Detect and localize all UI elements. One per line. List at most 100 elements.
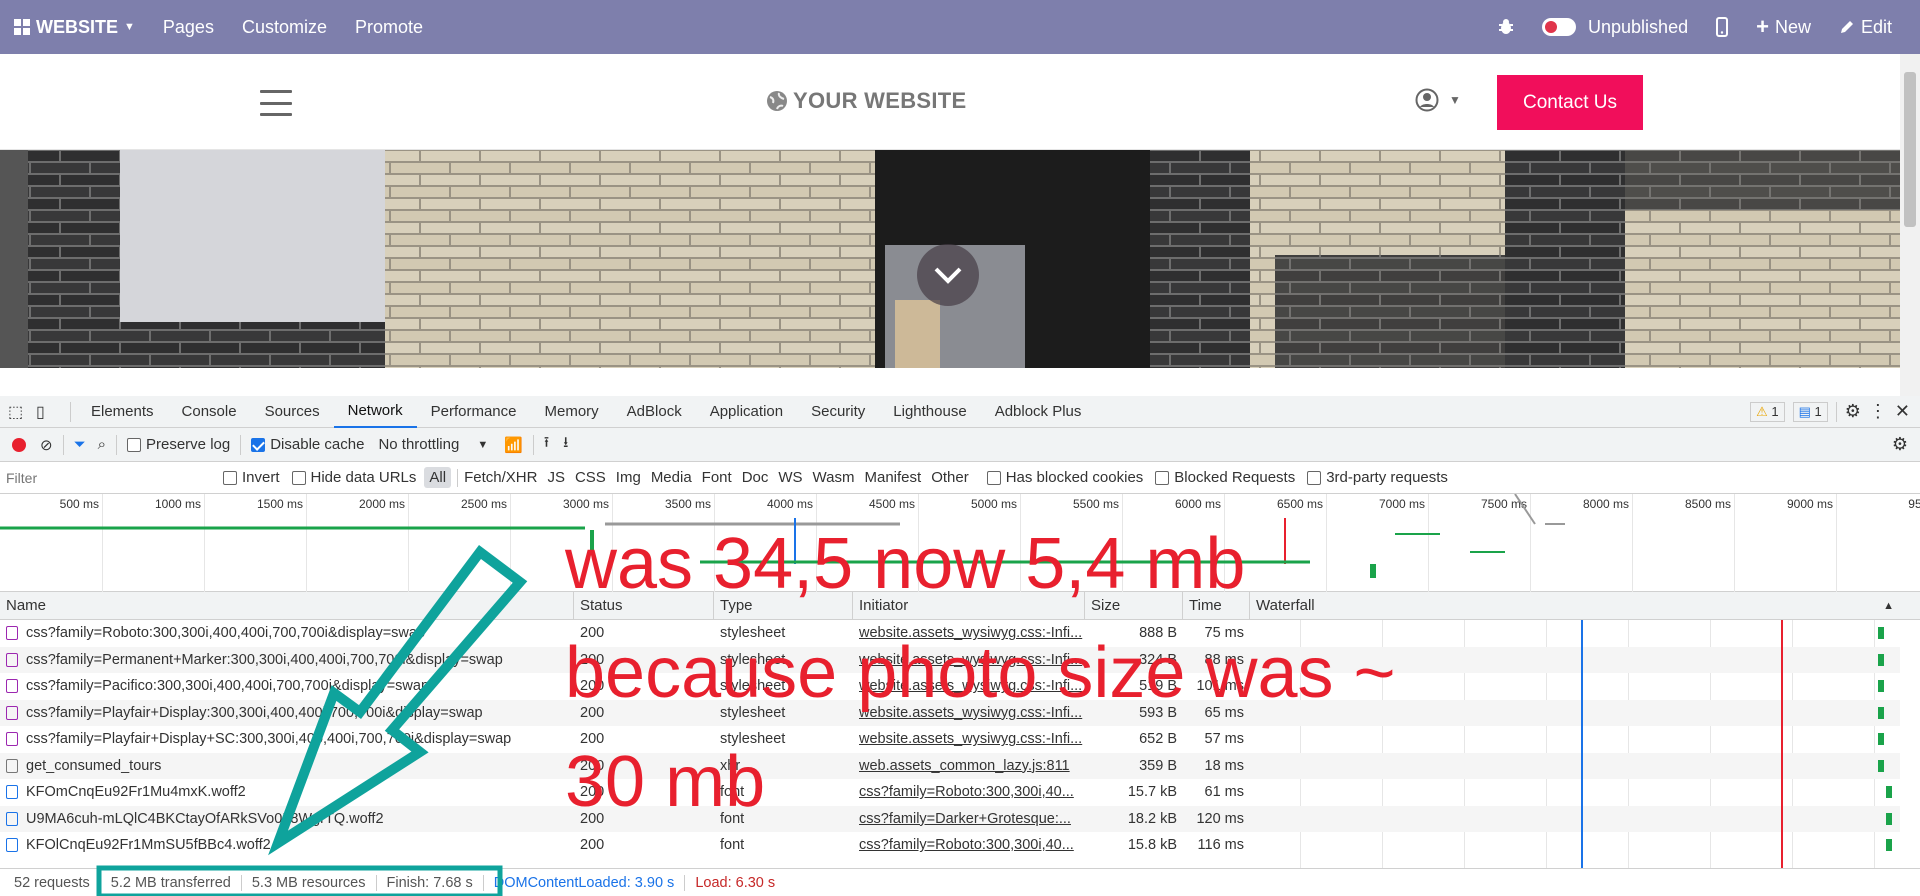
table-row[interactable]: get_consumed_tours 200 xhr web.assets_commo… bbox=[0, 752, 1900, 780]
waterfall-bar bbox=[1878, 733, 1884, 745]
column-waterfall[interactable]: Waterfall ▲ bbox=[1250, 592, 1900, 619]
tab-label: Security bbox=[811, 403, 866, 420]
filter-input[interactable] bbox=[4, 466, 209, 489]
type-filter-img[interactable]: Img bbox=[616, 469, 641, 486]
type-filter-all[interactable]: All bbox=[424, 467, 452, 488]
new-button[interactable]: + New bbox=[1742, 0, 1825, 54]
resources-size: 5.3 MB resources bbox=[242, 874, 377, 891]
network-conditions-icon[interactable]: 📶 bbox=[504, 436, 523, 454]
cell-time: 61 ms bbox=[1183, 779, 1250, 806]
name-text: KFOmCnqEu92Fr1Mu4mxK.woff2 bbox=[26, 784, 246, 801]
user-menu[interactable]: ▼ bbox=[1415, 88, 1461, 112]
tab-lighthouse[interactable]: Lighthouse bbox=[879, 396, 980, 428]
site-logo-text: YOUR WEBSITE bbox=[793, 88, 967, 113]
import-har-icon[interactable]: ⭱ bbox=[544, 432, 549, 457]
invert-checkbox[interactable]: Invert bbox=[223, 469, 280, 486]
cell-initiator[interactable]: css?family=Darker+Grotesque:... bbox=[853, 806, 1085, 833]
waterfall-bar bbox=[1878, 627, 1884, 639]
size-text: 15.8 kB bbox=[1127, 837, 1177, 854]
hide-data-urls-checkbox[interactable]: Hide data URLs bbox=[291, 469, 416, 486]
table-row[interactable]: U9MA6cuh-mLQlC4BKCtayOfARkSVo0L8WgrTQ.wo… bbox=[0, 805, 1900, 833]
messages-badge[interactable]: ▤ 1 bbox=[1792, 401, 1828, 422]
tab-application[interactable]: Application bbox=[696, 396, 797, 428]
settings-gear-icon[interactable]: ⚙ bbox=[1845, 401, 1861, 422]
page-scrollbar[interactable] bbox=[1900, 54, 1920, 396]
cell-size: 18.2 kB bbox=[1085, 806, 1183, 833]
annotation-line-2: because photo size was ~ bbox=[565, 633, 1396, 713]
preserve-log-checkbox[interactable]: Preserve log bbox=[127, 436, 230, 453]
table-row[interactable]: KFOmCnqEu92Fr1Mu4mxK.woff2 200 font css?fam… bbox=[0, 779, 1900, 806]
type-filter-other[interactable]: Other bbox=[931, 469, 969, 486]
third-party-requests-checkbox[interactable]: 3rd-party requests bbox=[1307, 469, 1448, 486]
tab-network[interactable]: Network bbox=[333, 396, 417, 428]
more-options-icon[interactable]: ⋮ bbox=[1869, 401, 1887, 422]
type-filter-css[interactable]: CSS bbox=[575, 469, 606, 486]
type-filter-js[interactable]: JS bbox=[547, 469, 565, 486]
type-filter-font[interactable]: Font bbox=[702, 469, 732, 486]
menu-pages[interactable]: Pages bbox=[149, 0, 228, 54]
tab-label: Elements bbox=[91, 403, 154, 420]
hamburger-menu-icon[interactable] bbox=[260, 90, 292, 116]
tab-sources[interactable]: Sources bbox=[251, 396, 334, 428]
type-filter-ws[interactable]: WS bbox=[778, 469, 802, 486]
device-toolbar-icon[interactable]: ▯ bbox=[36, 402, 70, 422]
cell-initiator[interactable]: css?family=Roboto:300,300i,40... bbox=[853, 832, 1085, 859]
edit-button[interactable]: Edit bbox=[1825, 0, 1920, 54]
blocked-requests-checkbox[interactable]: Blocked Requests bbox=[1155, 469, 1295, 486]
tab-console[interactable]: Console bbox=[168, 396, 251, 428]
filter-funnel-icon[interactable]: ⏷ bbox=[74, 436, 86, 453]
mobile-preview-button[interactable] bbox=[1702, 0, 1742, 54]
export-har-icon[interactable]: ⭳ bbox=[563, 432, 568, 457]
page-scrollbar-thumb[interactable] bbox=[1904, 72, 1916, 227]
tab-label: Console bbox=[181, 403, 237, 420]
record-icon[interactable] bbox=[12, 437, 26, 452]
table-row[interactable]: css?family=Playfair+Display+SC:300,300i,… bbox=[0, 726, 1900, 753]
checkbox-box bbox=[251, 437, 266, 452]
throttling-select[interactable]: No throttling ▼ bbox=[378, 436, 488, 453]
type-filter-doc[interactable]: Doc bbox=[742, 469, 769, 486]
contact-us-label: Contact Us bbox=[1523, 91, 1617, 113]
status-text: 200 bbox=[580, 837, 605, 854]
tab-elements[interactable]: Elements bbox=[77, 396, 168, 428]
tab-adblock-plus[interactable]: Adblock Plus bbox=[981, 396, 1096, 428]
menu-promote[interactable]: Promote bbox=[341, 0, 437, 54]
website-menu[interactable]: WEBSITE ▼ bbox=[0, 0, 149, 54]
menu-customize[interactable]: Customize bbox=[228, 0, 341, 54]
inspect-element-icon[interactable]: ⬚ bbox=[8, 402, 36, 422]
contact-us-button[interactable]: Contact Us bbox=[1497, 75, 1643, 130]
css-file-icon bbox=[6, 626, 18, 641]
publish-toggle[interactable]: Unpublished bbox=[1528, 0, 1702, 54]
has-blocked-cookies-checkbox[interactable]: Has blocked cookies bbox=[986, 469, 1143, 486]
checkbox-box bbox=[127, 437, 141, 452]
cell-size: 15.8 kB bbox=[1085, 832, 1183, 859]
table-row[interactable]: KFOlCnqEu92Fr1MmSU5fBBc4.woff2 200 font css… bbox=[0, 832, 1900, 859]
disable-cache-checkbox[interactable]: Disable cache bbox=[251, 436, 364, 453]
tab-memory[interactable]: Memory bbox=[531, 396, 613, 428]
type-filter-fetch-xhr[interactable]: Fetch/XHR bbox=[464, 469, 537, 486]
clear-icon[interactable]: ⊘ bbox=[40, 436, 53, 454]
initiator-text: css?family=Darker+Grotesque:... bbox=[859, 810, 1071, 827]
search-icon[interactable]: ⌕ bbox=[98, 436, 106, 453]
type-filter-wasm[interactable]: Wasm bbox=[813, 469, 855, 486]
transferred-size: 5.2 MB transferred bbox=[101, 874, 242, 891]
column-name[interactable]: Name bbox=[0, 592, 574, 619]
tab-adblock[interactable]: AdBlock bbox=[613, 396, 696, 428]
cell-initiator[interactable]: css?family=Roboto:300,300i,40... bbox=[853, 779, 1085, 806]
type-filter-media[interactable]: Media bbox=[651, 469, 692, 486]
scroll-down-chevron-icon[interactable] bbox=[917, 244, 979, 306]
tab-performance[interactable]: Performance bbox=[417, 396, 531, 428]
type-filter-label: Media bbox=[650, 469, 692, 486]
cell-initiator[interactable]: web.assets_common_lazy.js:811 bbox=[853, 753, 1085, 780]
waterfall-bar bbox=[1878, 706, 1884, 719]
network-settings-gear-icon[interactable]: ⚙ bbox=[1892, 434, 1908, 455]
cell-name: get_consumed_tours bbox=[0, 753, 574, 780]
close-icon[interactable]: ✕ bbox=[1895, 401, 1910, 422]
debug-bug-button[interactable] bbox=[1484, 0, 1528, 54]
tab-security[interactable]: Security bbox=[797, 396, 879, 428]
type-text: font bbox=[720, 837, 745, 854]
warnings-badge[interactable]: ⚠ 1 bbox=[1750, 401, 1785, 422]
type-filter-manifest[interactable]: Manifest bbox=[865, 469, 922, 486]
name-text: css?family=Playfair+Display:300,300i,400… bbox=[26, 704, 483, 721]
site-logo[interactable]: YOUR WEBSITE bbox=[765, 88, 967, 114]
cell-initiator[interactable]: website.assets_wysiwyg.css:-Infi... bbox=[853, 726, 1085, 753]
